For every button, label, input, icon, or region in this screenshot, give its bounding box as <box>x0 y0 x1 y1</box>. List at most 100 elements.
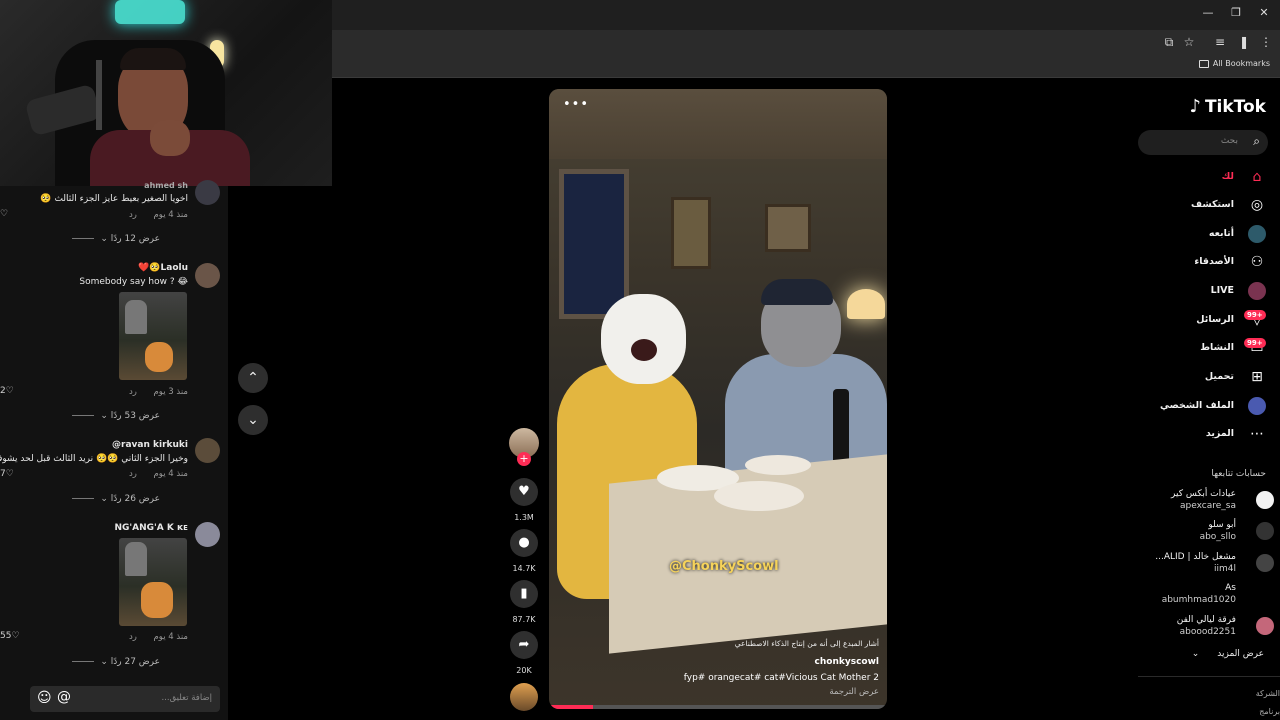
account-avatar[interactable] <box>1256 554 1274 572</box>
following-account[interactable]: As abumhmad1020 <box>1162 582 1236 606</box>
nav-profile[interactable]: الملف الشخصي <box>1160 400 1234 411</box>
home-icon[interactable]: ⌂ <box>1248 168 1266 186</box>
friends-icon[interactable]: ⚇ <box>1248 253 1266 271</box>
video-author[interactable]: chonkyscowl <box>815 657 879 667</box>
nav-following[interactable]: أتابعه <box>1209 228 1234 239</box>
footer-link-program[interactable]: برنامج <box>1259 707 1280 716</box>
comment-avatar[interactable] <box>195 522 220 547</box>
search-box[interactable]: ⌕ بحث <box>1138 130 1268 155</box>
comments-panel: ahmed sh اخويا الصغير بعيط عايز الجزء ال… <box>0 180 228 720</box>
see-more-button[interactable]: عرض المزيد ⌄ <box>1192 649 1264 659</box>
comment-author[interactable]: ahmed sh <box>144 181 188 190</box>
account-handle: abumhmad1020 <box>1161 595 1236 605</box>
like-count-value: 55 <box>0 631 12 641</box>
progress-track[interactable] <box>549 705 887 709</box>
view-replies-button[interactable]: عرض 53 ردًا ⌄ <box>72 411 160 421</box>
tombstone <box>125 300 147 334</box>
like-count[interactable]: 55♡ <box>0 631 20 641</box>
reply-link[interactable]: رد <box>129 469 137 479</box>
following-avatar-icon[interactable] <box>1248 225 1266 243</box>
share-arrow-icon: ➦ <box>518 637 530 652</box>
upload-icon[interactable]: ⊞ <box>1248 368 1266 386</box>
emoji-icon[interactable]: ☺ <box>37 690 52 706</box>
live-icon[interactable] <box>1248 282 1266 300</box>
heart-icon: ♥ <box>518 484 530 499</box>
next-video-button[interactable]: ⌄ <box>238 405 268 435</box>
comment-text: Somebody say how ? 😂 <box>79 277 188 287</box>
comment-sticker-image[interactable] <box>119 292 187 380</box>
bookmark-star-icon[interactable]: ☆ <box>1181 34 1197 50</box>
following-account[interactable]: مشعل خالد | ALID... iim4l <box>1155 551 1236 575</box>
comment-sticker-image[interactable] <box>119 538 187 626</box>
account-avatar[interactable] <box>1256 491 1274 509</box>
footer-link-company[interactable]: الشركة <box>1256 689 1280 698</box>
video-player[interactable]: @ChonkyScowl ••• أشار المبدع إلى أنه من … <box>549 89 887 709</box>
tiktok-logo[interactable]: ♪ TikTok <box>1189 96 1266 117</box>
reply-link[interactable]: رد <box>129 210 137 220</box>
nav-more[interactable]: المزيد <box>1206 428 1234 439</box>
reply-link[interactable]: رد <box>129 387 137 397</box>
following-account[interactable]: فرقة ليالي الفن aboood2251 <box>1177 614 1236 638</box>
comment-button[interactable]: ● <box>510 529 538 557</box>
search-placeholder[interactable]: بحث <box>1221 136 1238 146</box>
account-name: فرقة ليالي الفن <box>1176 615 1236 625</box>
following-account[interactable]: عيادات أبكس كير apexcare_sa <box>1171 488 1236 512</box>
close-window-icon[interactable]: ✕ <box>1253 4 1275 22</box>
view-replies-button[interactable]: عرض 27 ردًا ⌄ <box>72 657 160 667</box>
see-more-label: عرض المزيد <box>1217 649 1264 659</box>
messages-badge: 99+ <box>1244 310 1266 320</box>
browser-menu-icon[interactable]: ⋮ <box>1258 34 1274 50</box>
follow-plus-icon[interactable]: + <box>517 452 531 466</box>
nav-friends[interactable]: الأصدقاء <box>1194 256 1234 267</box>
like-count[interactable]: 2♡ <box>0 386 14 396</box>
comment-author[interactable]: Laolu🥺❤️ <box>138 263 188 273</box>
mic-arm <box>96 60 102 130</box>
like-icon: ♡ <box>11 631 20 641</box>
view-replies-label: عرض 26 ردًا <box>110 494 160 504</box>
comment-meta: منذ 4 يوم رد <box>129 469 188 479</box>
compass-icon[interactable]: ◎ <box>1248 196 1266 214</box>
media-control-icon[interactable]: ≡ <box>1212 34 1228 50</box>
account-avatar[interactable] <box>1256 617 1274 635</box>
comment-author[interactable]: NG'ANG'A K ᴋᴇ <box>114 523 188 533</box>
comment-avatar[interactable] <box>195 180 220 205</box>
reply-link[interactable]: رد <box>129 632 137 642</box>
more-options-icon[interactable]: ••• <box>563 97 589 112</box>
comment-avatar[interactable] <box>195 438 220 463</box>
tiktok-note-icon: ♪ <box>1189 96 1201 117</box>
view-replies-button[interactable]: عرض 26 ردًا ⌄ <box>72 494 160 504</box>
nav-messages[interactable]: الرسائل <box>1196 314 1234 325</box>
install-app-icon[interactable]: ⧉ <box>1161 34 1177 50</box>
see-translation-link[interactable]: عرض الترجمة <box>829 687 879 697</box>
comment-input-placeholder[interactable]: إضافة تعليق... <box>161 693 212 703</box>
nav-explore[interactable]: استكشف <box>1191 199 1234 210</box>
nav-for-you[interactable]: لك <box>1222 171 1234 182</box>
minimize-icon[interactable]: — <box>1197 4 1219 22</box>
mention-icon[interactable]: @ <box>57 689 71 705</box>
view-replies-button[interactable]: عرض 12 ردًا ⌄ <box>72 234 160 244</box>
profile-avatar-icon[interactable] <box>1248 397 1266 415</box>
sound-disc-icon[interactable] <box>510 683 538 711</box>
comment-avatar[interactable] <box>195 263 220 288</box>
like-count[interactable]: 7♡ <box>0 469 14 479</box>
extension-icon[interactable]: ❚ <box>1236 34 1252 50</box>
save-button[interactable]: ▮ <box>510 580 538 608</box>
search-icon[interactable]: ⌕ <box>1253 134 1260 149</box>
following-account[interactable]: أبو سلو abo_sllo <box>1200 519 1236 543</box>
nav-activity[interactable]: النشاط <box>1200 342 1234 353</box>
comment-input-box[interactable]: ☺ @ إضافة تعليق... <box>30 686 220 712</box>
all-bookmarks-button[interactable]: All Bookmarks <box>1198 59 1270 68</box>
comment-time: منذ 4 يوم <box>153 469 188 479</box>
comment-author[interactable]: ravan kirkuki@ <box>112 440 188 450</box>
more-icon[interactable]: ⋯ <box>1248 425 1266 443</box>
like-button[interactable]: ♥ <box>510 478 538 506</box>
share-button[interactable]: ➦ <box>510 631 538 659</box>
previous-video-button[interactable]: ⌃ <box>238 363 268 393</box>
like-icon[interactable]: ♡ <box>0 209 8 219</box>
nav-upload[interactable]: تحميل <box>1205 371 1234 382</box>
nav-live[interactable]: LIVE <box>1211 285 1234 296</box>
video-caption[interactable]: fyp# orangecat# cat#Vicious Cat Mother 2 <box>684 673 879 683</box>
maximize-icon[interactable]: ❐ <box>1225 4 1247 22</box>
folder-icon <box>1198 59 1209 68</box>
account-avatar[interactable] <box>1256 522 1274 540</box>
